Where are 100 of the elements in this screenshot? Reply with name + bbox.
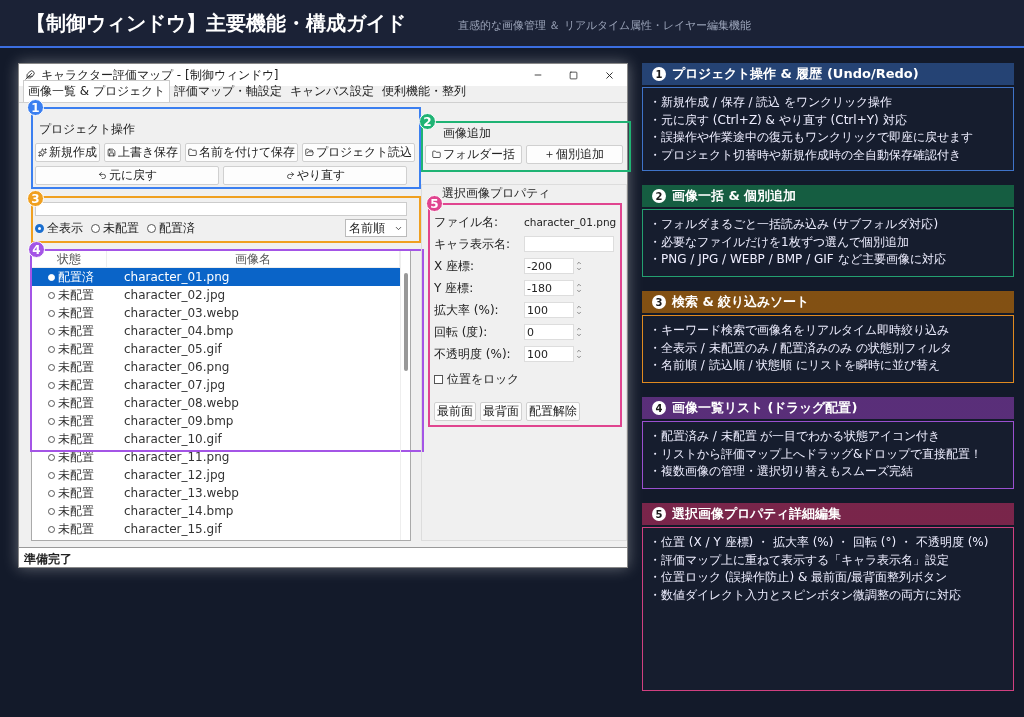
filter-radio[interactable]: 配置済 <box>147 219 195 237</box>
feature-text: ・新規作成 / 保存 / 読込 をワンクリック操作 <box>649 94 894 111</box>
sort-dropdown[interactable]: 名前順 <box>345 219 407 237</box>
spin-icon[interactable] <box>575 259 583 273</box>
feature-text: ・全表示 / 未配置のみ / 配置済みのみ の状態別フィルタ <box>649 339 954 357</box>
tab[interactable]: 評価マップ・軸設定 <box>170 81 286 102</box>
spin-icon[interactable] <box>575 281 583 295</box>
feature-text: ・名前順 / 読込順 / 状態順 にリストを瞬時に並び替え <box>649 357 942 374</box>
column-header[interactable]: 画像名 <box>235 252 271 266</box>
maximize-icon[interactable] <box>569 70 578 80</box>
page-title: 【制御ウィンドウ】主要機能・構成ガイド <box>26 9 406 37</box>
list-row[interactable]: 未配置 character_09.bmp <box>32 412 400 430</box>
number-badge: 2 <box>652 189 666 203</box>
sparkle-icon <box>38 148 47 157</box>
feature-text: ・誤操作や作業途中の復元もワンクリックで即座に戻せます <box>649 129 974 146</box>
card-title: 選択画像プロパティ詳細編集 <box>672 505 841 523</box>
list-row[interactable]: 未配置 character_14.bmp <box>32 502 400 520</box>
feature-text: ・数値ダイレクト入力とスピンボタン微調整の両方に対応 <box>649 586 962 604</box>
feature-text: ・元に戻す (Ctrl+Z) & やり直す (Ctrl+Y) 対応 <box>649 111 908 129</box>
feature-text: ・位置ロック (誤操作防止) & 最前面/最背面整列ボタン <box>649 569 949 586</box>
tab[interactable]: キャンバス設定 <box>286 81 378 102</box>
toolbar-button[interactable]: フォルダー括 <box>425 145 523 164</box>
action-button[interactable]: 最背面 <box>480 402 522 421</box>
list-row[interactable]: 未配置 character_03.webp <box>32 304 400 322</box>
card-title: プロジェクト操作 & 履歴 (Undo/Redo) <box>672 65 919 83</box>
feather-icon <box>25 70 35 80</box>
feature-text: ・キーワード検索で画像名をリアルタイム即時絞り込み <box>649 322 950 339</box>
folder-icon <box>432 150 442 159</box>
card-title: 画像一覧リスト (ドラッグ配置) <box>672 399 858 417</box>
feature-text: ・複数画像の管理・選択切り替えもスムーズ完結 <box>649 463 914 480</box>
toolbar-button[interactable]: 個別追加 <box>526 145 624 164</box>
field-value: character_01.png <box>524 216 617 228</box>
number-badge: 1 <box>652 67 666 81</box>
search-field[interactable] <box>35 202 407 216</box>
lock-checkbox[interactable]: 位置をロック <box>434 371 617 388</box>
filter-radio[interactable]: 未配置 <box>91 219 139 237</box>
list-row[interactable]: 未配置 character_15.gif <box>32 520 400 538</box>
tab[interactable]: 画像一覧 & プロジェクト <box>23 80 170 102</box>
group-title: プロジェクト操作 <box>39 121 136 138</box>
undo-button[interactable]: 元に戻す <box>35 166 219 185</box>
folder-icon <box>305 148 314 157</box>
number-badge: 5 <box>652 507 666 521</box>
field-label: 不透明度 (%): <box>434 345 512 363</box>
field-label: Y 座標: <box>434 279 475 297</box>
spin-icon[interactable] <box>575 347 583 361</box>
feature-text: ・必要なファイルだけを1枚ずつ選んで個別追加 <box>649 233 910 251</box>
list-row[interactable]: 配置済 character_01.png <box>32 268 400 286</box>
group-title: 画像追加 <box>443 125 491 142</box>
field-label: 拡大率 (%): <box>434 301 500 319</box>
redo-button[interactable]: やり直す <box>223 166 407 185</box>
feature-text: ・位置 (X / Y 座標) ・ 拡大率 (%) ・ 回転 (°) ・ 不透明度 (%) <box>649 534 990 551</box>
spin-field[interactable]: 100 <box>524 346 574 362</box>
toolbar-button[interactable]: 名前を付けて保存 <box>185 143 298 162</box>
feature-text: ・フォルダまるごと一括読み込み (サブフォルダ対応) <box>649 216 940 233</box>
toolbar-button[interactable]: 上書き保存 <box>104 143 181 162</box>
list-row[interactable]: 未配置 character_06.png <box>32 358 400 376</box>
spin-icon[interactable] <box>575 325 583 339</box>
spin-icon[interactable] <box>575 303 583 317</box>
list-row[interactable]: 未配置 character_08.webp <box>32 394 400 412</box>
field-label: 回転 (度): <box>434 323 489 341</box>
number-badge: 4 <box>652 401 666 415</box>
list-row[interactable]: 未配置 character_12.jpg <box>32 466 400 484</box>
spin-field[interactable]: -180 <box>524 280 574 296</box>
card-title: 検索 & 絞り込みソート <box>672 293 810 311</box>
plus-icon <box>545 150 555 159</box>
list-row[interactable]: 未配置 character_07.jpg <box>32 376 400 394</box>
field-label: X 座標: <box>434 257 476 275</box>
column-header[interactable]: 状態 <box>57 252 81 266</box>
list-row[interactable]: 未配置 character_10.gif <box>32 430 400 448</box>
number-badge: 3 <box>652 295 666 309</box>
action-button[interactable]: 配置解除 <box>526 402 580 421</box>
feature-text: ・配置済み / 未配置 が一目でわかる状態アイコン付き <box>649 428 942 445</box>
undo-icon <box>97 171 107 180</box>
card-title: 画像一括 & 個別追加 <box>672 187 797 205</box>
spin-field[interactable]: 100 <box>524 302 574 318</box>
feature-text: ・プロジェクト切替時や新規作成時の全自動保存確認付き <box>649 146 962 164</box>
input-field[interactable] <box>524 236 614 252</box>
number-badge: 4 <box>28 241 45 258</box>
toolbar-button[interactable]: 新規作成 <box>35 143 100 162</box>
save-icon <box>107 148 116 157</box>
list-row[interactable]: 未配置 character_02.jpg <box>32 286 400 304</box>
list-row[interactable]: 未配置 character_05.gif <box>32 340 400 358</box>
number-badge: 5 <box>426 195 443 212</box>
field-label: キャラ表示名: <box>434 235 512 253</box>
scrollbar-thumb[interactable] <box>404 273 408 371</box>
spin-field[interactable]: -200 <box>524 258 574 274</box>
filter-radio[interactable]: 全表示 <box>35 219 83 237</box>
folder-icon <box>188 148 197 157</box>
feature-text: ・リストから評価マップ上へドラッグ&ドロップで直接配置！ <box>649 445 984 463</box>
toolbar-button[interactable]: プロジェクト読込 <box>302 143 415 162</box>
list-row[interactable]: 未配置 character_04.bmp <box>32 322 400 340</box>
feature-text: ・評価マップ上に重ねて表示する「キャラ表示名」設定 <box>649 551 950 569</box>
action-button[interactable]: 最前面 <box>434 402 476 421</box>
spin-field[interactable]: 0 <box>524 324 574 340</box>
status-bar: 準備完了 <box>19 547 627 567</box>
field-label: ファイル名: <box>434 213 500 231</box>
feature-text: ・PNG / JPG / WEBP / BMP / GIF など主要画像に対応 <box>649 251 947 268</box>
list-row[interactable]: 未配置 character_13.webp <box>32 484 400 502</box>
close-icon[interactable] <box>604 69 615 81</box>
tab[interactable]: 便利機能・整列 <box>378 81 470 102</box>
